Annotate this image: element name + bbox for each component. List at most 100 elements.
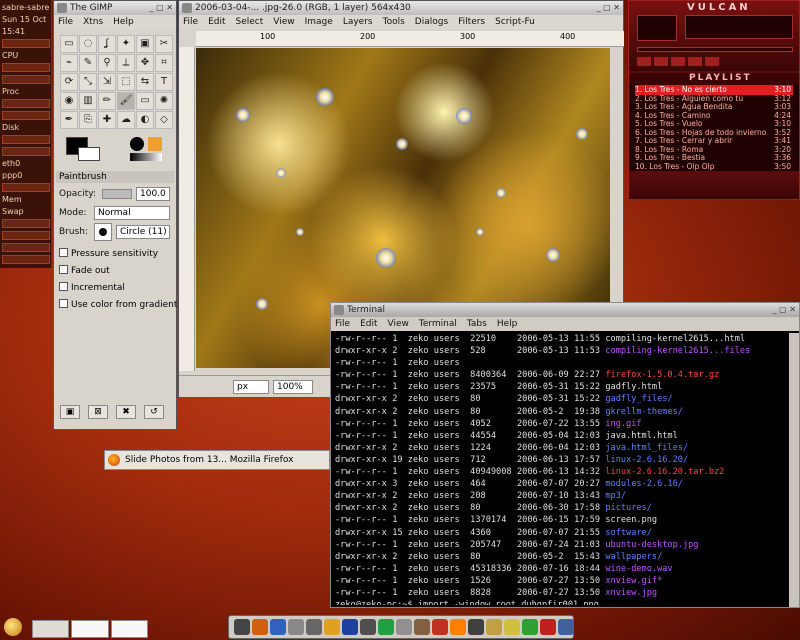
window-buttons[interactable]: _ ▢ ✕ — [150, 3, 173, 13]
airbrush-icon[interactable]: ✺ — [155, 92, 173, 110]
bug-icon[interactable] — [522, 619, 538, 635]
toolbox-titlebar[interactable]: The GIMP _ ▢ ✕ — [54, 1, 176, 15]
rotate-icon[interactable]: ⟳ — [60, 73, 78, 91]
toolbox-menu-item[interactable]: Help — [113, 17, 134, 27]
image-menu-item[interactable]: Script-Fu — [495, 17, 535, 27]
star-icon[interactable] — [504, 619, 520, 635]
terminal-menu-item[interactable]: Edit — [360, 319, 377, 329]
option-checkbox-row[interactable]: Fade out — [59, 264, 177, 281]
car-icon[interactable] — [306, 619, 322, 635]
flip-icon[interactable]: ⇆ — [136, 73, 154, 91]
workspace-2[interactable] — [71, 620, 109, 638]
gimp-icon[interactable] — [414, 619, 430, 635]
mail-icon[interactable] — [288, 619, 304, 635]
next-button[interactable] — [705, 57, 719, 66]
image-menu-item[interactable]: Dialogs — [415, 17, 448, 27]
checkbox[interactable] — [59, 282, 68, 291]
pause-button[interactable] — [671, 57, 685, 66]
text-icon[interactable]: T — [155, 73, 173, 91]
image-titlebar[interactable]: 2006-03-04-... .jpg-26.0 (RGB, 1 layer) … — [179, 1, 623, 15]
move-icon[interactable]: ✥ — [136, 54, 154, 72]
image-menu-item[interactable]: Tools — [383, 17, 405, 27]
terminal-scrollbar[interactable] — [789, 333, 799, 607]
calendar-icon[interactable] — [558, 619, 574, 635]
perspective-icon[interactable]: ⬚ — [117, 73, 135, 91]
convolve-icon[interactable]: ◇ — [155, 111, 173, 129]
playlist-item[interactable]: 10. Los Tres - Olp Olp 3:50 — [635, 162, 793, 172]
option-checkbox-row[interactable]: Pressure sensitivity — [59, 247, 177, 264]
terminal-output[interactable]: -rw-r--r-- 1 zeko users 22510 2006-05-13 11:55… — [335, 333, 787, 605]
image-menu-item[interactable]: Image — [305, 17, 333, 27]
terminal-icon[interactable] — [234, 619, 250, 635]
checkbox[interactable] — [59, 299, 68, 308]
checkbox[interactable] — [59, 248, 68, 257]
image-menu-item[interactable]: Select — [236, 17, 264, 27]
ellipse-select-icon[interactable]: ◌ — [79, 35, 97, 53]
flag-icon[interactable] — [540, 619, 556, 635]
terminal-titlebar[interactable]: Terminal _ ▢ ✕ — [331, 303, 799, 317]
firefox-icon[interactable] — [252, 619, 268, 635]
brush-button[interactable] — [94, 223, 112, 241]
restore-options-button[interactable]: ⊠ — [88, 405, 108, 419]
globe-icon[interactable] — [270, 619, 286, 635]
dodge-icon[interactable]: ◐ — [136, 111, 154, 129]
firefox-window-bar[interactable]: Slide Photos from 13... Mozilla Firefox — [104, 450, 330, 470]
workspace-switcher[interactable] — [32, 620, 148, 638]
pattern-preview-icon[interactable] — [148, 137, 162, 151]
ink-icon[interactable]: ✒ — [60, 111, 78, 129]
prev-button[interactable] — [637, 57, 651, 66]
lasso-icon[interactable]: ʆ — [98, 35, 116, 53]
image-menu-item[interactable]: Layers — [343, 17, 373, 27]
toolbox-menu-item[interactable]: File — [58, 17, 73, 27]
opacity-slider[interactable] — [102, 189, 132, 199]
background-color-swatch[interactable] — [78, 147, 100, 161]
seek-bar[interactable] — [637, 47, 793, 52]
stop-button[interactable] — [688, 57, 702, 66]
heal-icon[interactable]: ✚ — [98, 111, 116, 129]
shear-icon[interactable]: ⇲ — [98, 73, 116, 91]
gear-icon[interactable] — [360, 619, 376, 635]
terminal-prompt[interactable]: zeko@zeko-pc:~$ import -window root duhg… — [335, 599, 787, 605]
opacity-value-field[interactable]: 100.0 — [136, 187, 170, 201]
workspace-3[interactable] — [110, 620, 148, 638]
unit-select[interactable]: px — [233, 380, 269, 394]
magic-wand-icon[interactable]: ✦ — [117, 35, 135, 53]
zoom-icon[interactable]: ⚲ — [98, 54, 116, 72]
bucket-fill-icon[interactable]: ◉ — [60, 92, 78, 110]
color-picker-icon[interactable]: ✎ — [79, 54, 97, 72]
recycle-icon[interactable] — [378, 619, 394, 635]
terminal-menu-item[interactable]: Help — [497, 319, 518, 329]
image-menu-item[interactable]: File — [183, 17, 198, 27]
delete-options-button[interactable]: ✖ — [116, 405, 136, 419]
scissors-icon[interactable]: ✂ — [155, 35, 173, 53]
system-menu-icon[interactable] — [4, 618, 22, 636]
gradient-preview[interactable] — [130, 153, 162, 161]
image-menu-item[interactable]: Filters — [458, 17, 485, 27]
puzzle-icon[interactable] — [342, 619, 358, 635]
option-checkbox-row[interactable]: Incremental — [59, 281, 177, 298]
crop-icon[interactable]: ⌗ — [155, 54, 173, 72]
rect-select-icon[interactable]: ▭ — [60, 35, 78, 53]
image-menu-item[interactable]: View — [273, 17, 294, 27]
cone-icon[interactable] — [450, 619, 466, 635]
folder-icon[interactable] — [486, 619, 502, 635]
reset-options-button[interactable]: ↺ — [144, 405, 164, 419]
play-button[interactable] — [654, 57, 668, 66]
smudge-icon[interactable]: ☁ — [117, 111, 135, 129]
workspace-1[interactable] — [32, 620, 70, 638]
terminal-menu-item[interactable]: View — [388, 319, 409, 329]
save-options-button[interactable]: ▣ — [60, 405, 80, 419]
brush-preview-icon[interactable] — [130, 137, 144, 151]
camera-icon[interactable] — [468, 619, 484, 635]
paintbrush-icon[interactable]: 🖌 — [117, 92, 135, 110]
pencil-icon[interactable]: ✏ — [98, 92, 116, 110]
color-select-icon[interactable]: ▣ — [136, 35, 154, 53]
eraser-icon[interactable]: ▭ — [136, 92, 154, 110]
path-icon[interactable]: ⌁ — [60, 54, 78, 72]
document-icon[interactable] — [432, 619, 448, 635]
sun-icon[interactable] — [324, 619, 340, 635]
checkbox[interactable] — [59, 265, 68, 274]
terminal-menu-item[interactable]: File — [335, 319, 350, 329]
blend-icon[interactable]: ▥ — [79, 92, 97, 110]
toolbox-menu-item[interactable]: Xtns — [83, 17, 103, 27]
